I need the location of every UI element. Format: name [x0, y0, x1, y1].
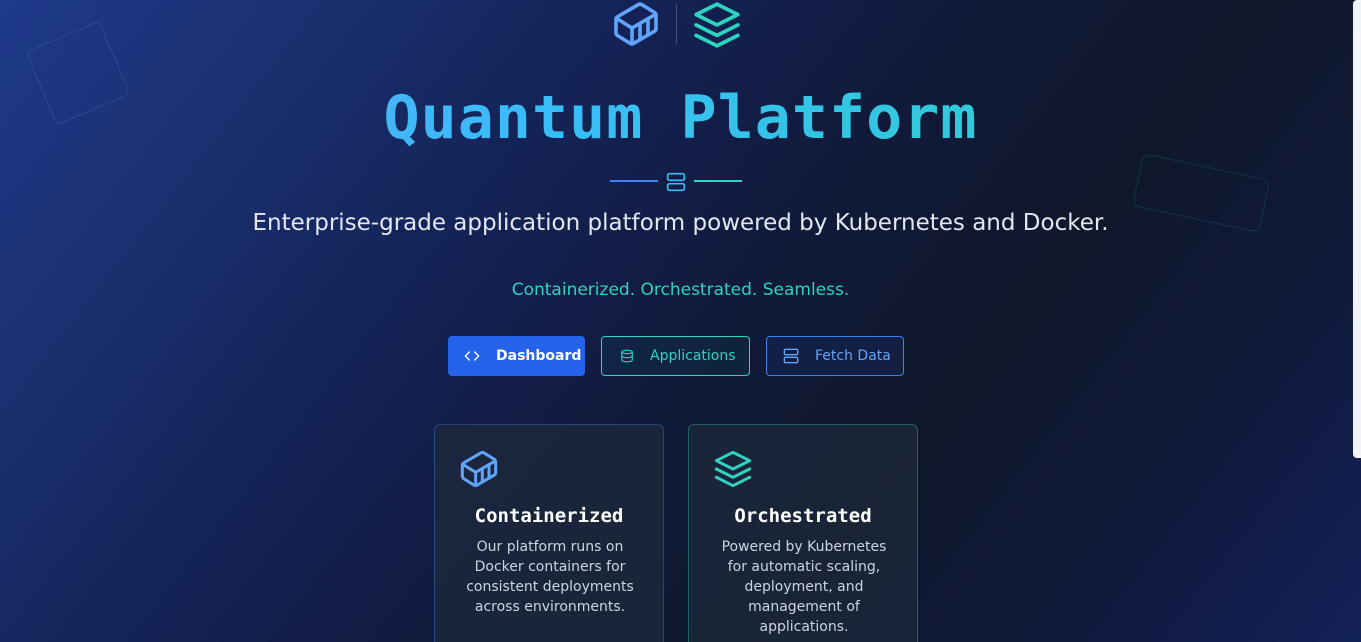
database-icon — [621, 349, 633, 363]
dashboard-button-label: Dashboard — [496, 348, 582, 364]
hero-subtitle: Enterprise-grade application platform po… — [252, 210, 1109, 236]
applications-button[interactable]: Applications — [601, 336, 750, 376]
divider-line-right — [694, 180, 742, 182]
fetch-data-button[interactable]: Fetch Data — [766, 336, 904, 376]
landing-page: Quantum Platform Enterprise-grade applic… — [0, 0, 1361, 642]
container-icon — [612, 0, 660, 53]
applications-button-label: Applications — [650, 348, 736, 364]
logo-separator — [676, 4, 677, 44]
feature-card-orchestrated: Orchestrated Powered by Kubernetes for a… — [688, 424, 918, 642]
feature-card-containerized: Containerized Our platform runs on Docke… — [434, 424, 664, 642]
title-divider — [610, 170, 742, 192]
divider-line-left — [610, 180, 658, 182]
fetch-data-button-label: Fetch Data — [815, 348, 891, 364]
code-icon — [464, 351, 480, 361]
logo-row — [612, 0, 742, 48]
page-title: Quantum Platform — [0, 80, 1361, 156]
server-icon — [783, 348, 799, 364]
layers-icon — [713, 449, 753, 494]
feature-card-title: Orchestrated — [734, 505, 872, 527]
feature-card-title: Containerized — [474, 505, 624, 527]
feature-card-description: Our platform runs on Docker containers f… — [466, 539, 634, 615]
dashboard-button[interactable]: Dashboard — [448, 336, 585, 376]
container-icon — [459, 449, 499, 494]
server-icon — [666, 172, 686, 197]
layers-icon — [692, 0, 742, 55]
feature-card-description: Powered by Kubernetes for automatic scal… — [721, 539, 887, 635]
hero-tagline: Containerized. Orchestrated. Seamless. — [511, 280, 850, 300]
